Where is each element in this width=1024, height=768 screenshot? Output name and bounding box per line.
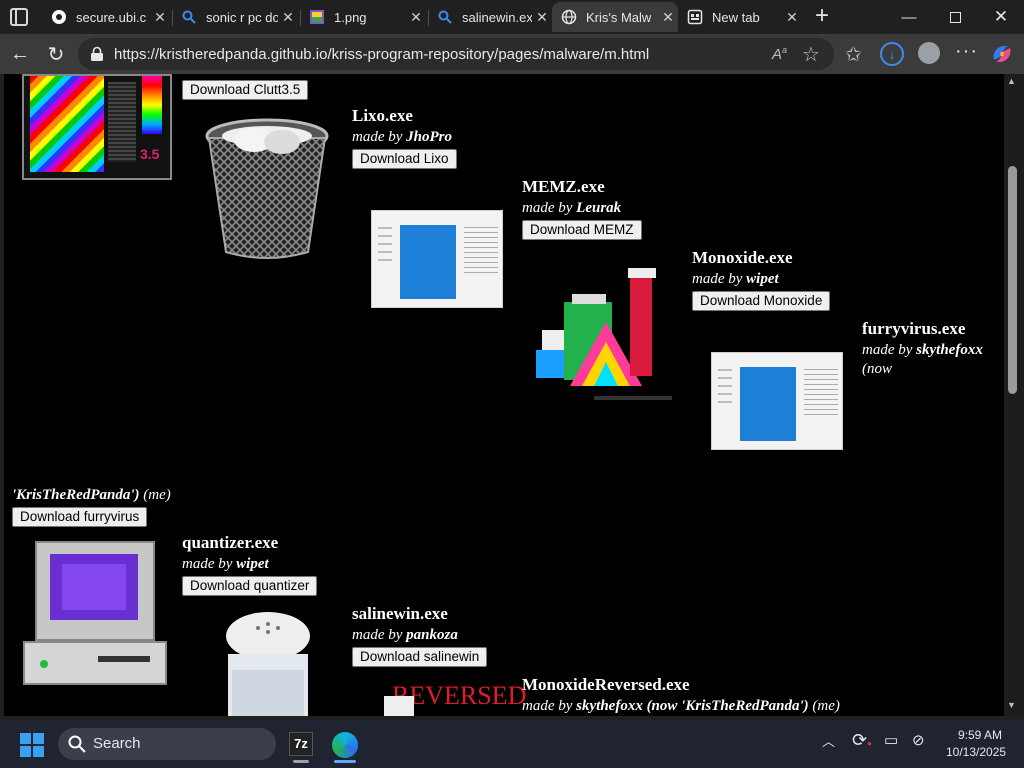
monoxide-title: Monoxide.exe: [692, 248, 793, 267]
page-content: 3.5 Download Clutt3.5 Lixo.exe made by J…: [4, 74, 1004, 716]
salinewin-entry: salinewin.exe made by pankoza Download s…: [352, 603, 488, 667]
lixo-title: Lixo.exe: [352, 106, 413, 125]
salinewin-title: salinewin.exe: [352, 604, 448, 623]
read-aloud-icon[interactable]: Aa: [772, 45, 787, 63]
furryvirus-entry-cont: 'KrisTheRedPanda') (me) Download furryvi…: [12, 486, 171, 527]
more-icon[interactable]: ···: [955, 40, 978, 63]
close-tab-icon[interactable]: ✕: [658, 9, 678, 26]
monoxidereversed-title: MonoxideReversed.exe: [522, 675, 690, 694]
clock-time[interactable]: 9:59 AM: [958, 728, 1002, 742]
display-icon[interactable]: ▭: [884, 731, 898, 749]
download-quantizer-button[interactable]: Download quantizer: [182, 576, 318, 596]
memz-window-image: [371, 210, 503, 308]
close-tab-icon[interactable]: ✕: [782, 9, 802, 26]
refresh-icon[interactable]: ↻: [42, 40, 70, 68]
clock-date[interactable]: 10/13/2025: [946, 745, 1006, 759]
chemistry-flasks-icon: [534, 256, 674, 400]
furryvirus-entry: furryvirus.exe made by skythefoxx (now: [862, 318, 1002, 379]
furryvirus-title: furryvirus.exe: [862, 319, 966, 338]
close-tab-icon[interactable]: ✕: [278, 9, 298, 26]
lixo-entry: Lixo.exe made by JhoPro Download Lixo: [352, 105, 457, 169]
salinewin-author: pankoza: [406, 627, 458, 643]
tab-sonic[interactable]: sonic r pc do ✕: [172, 2, 298, 32]
close-tab-icon[interactable]: ✕: [406, 9, 426, 26]
scroll-down-icon[interactable]: ▼: [1007, 700, 1016, 710]
globe-icon: [560, 8, 578, 26]
tab-kris-malware[interactable]: Kris's Malw ✕: [552, 2, 678, 32]
minimize-icon[interactable]: —: [886, 0, 932, 34]
furryvirus-window-image: [711, 352, 843, 450]
download-furryvirus-button[interactable]: Download furryvirus: [12, 507, 148, 527]
download-clutt-button[interactable]: Download Clutt3.5: [182, 80, 309, 100]
monoxide-entry: Monoxide.exe made by wipet Download Mono…: [692, 247, 831, 311]
download-lixo-button[interactable]: Download Lixo: [352, 149, 457, 169]
monoxide-author: wipet: [746, 271, 779, 287]
taskbar-search-label: Search: [93, 735, 141, 752]
download-memz-button[interactable]: Download MEMZ: [522, 220, 642, 240]
maximize-icon[interactable]: [932, 0, 978, 34]
close-window-icon[interactable]: ✕: [978, 0, 1024, 34]
memz-entry: MEMZ.exe made by Leurak Download MEMZ: [522, 176, 642, 240]
taskbar-search[interactable]: [58, 728, 276, 760]
back-icon[interactable]: ←: [6, 40, 34, 68]
image-icon: [308, 8, 326, 26]
clutt-badge: 3.5: [140, 146, 160, 162]
tab-1png[interactable]: 1.png ✕: [300, 2, 426, 32]
7zip-indicator: [293, 760, 309, 763]
show-hidden-icons-icon[interactable]: ︿: [822, 731, 835, 750]
tab-salinewin[interactable]: salinewin.ex ✕: [428, 2, 552, 32]
monoxidereversed-author: skythefoxx (now 'KrisTheRedPanda'): [576, 698, 809, 714]
close-tab-icon[interactable]: ✕: [532, 9, 552, 26]
tab-bar: secure.ubi.c ✕ sonic r pc do ✕ 1.png ✕ s…: [0, 0, 1024, 34]
download-monoxide-button[interactable]: Download Monoxide: [692, 291, 831, 311]
search-icon: [436, 8, 454, 26]
ubisoft-icon: [50, 8, 68, 26]
tab-actions-icon[interactable]: [10, 8, 28, 26]
download-salinewin-button[interactable]: Download salinewin: [352, 647, 488, 667]
url-text[interactable]: https://kristheredpanda.github.io/kriss-…: [114, 46, 649, 63]
edge-indicator: [334, 760, 356, 763]
7zip-icon[interactable]: 7z: [289, 732, 313, 756]
site-info-icon[interactable]: [90, 46, 104, 62]
windows-start-icon[interactable]: [20, 733, 44, 757]
search-icon: [68, 735, 86, 758]
favorites-icon[interactable]: ✩: [845, 42, 862, 67]
close-tab-icon[interactable]: ✕: [150, 9, 170, 26]
downloads-icon[interactable]: ↓: [880, 42, 904, 66]
edge-icon[interactable]: [332, 732, 358, 758]
tab-secure-ubi[interactable]: secure.ubi.c ✕: [42, 2, 170, 32]
furryvirus-author: skythefoxx: [916, 342, 983, 358]
salt-shaker-icon: [222, 610, 314, 716]
flask-fragment-icon: [384, 696, 414, 716]
scroll-up-icon[interactable]: ▲: [1007, 76, 1016, 86]
new-tab-button[interactable]: +: [810, 3, 834, 29]
quantizer-entry: quantizer.exe made by wipet Download qua…: [182, 532, 318, 596]
memz-title: MEMZ.exe: [522, 177, 605, 196]
copilot-icon[interactable]: [990, 42, 1014, 66]
search-icon: [180, 8, 198, 26]
sync-icon[interactable]: ⟳●: [852, 730, 872, 751]
favorite-star-icon[interactable]: ☆: [802, 42, 820, 67]
memz-author: Leurak: [576, 200, 622, 216]
computer-icon: [22, 538, 168, 688]
lixo-author: JhoPro: [406, 129, 452, 145]
network-muted-icon[interactable]: ⊘: [912, 731, 925, 749]
new-tab-page-icon: [686, 8, 704, 26]
monoxidereversed-entry: MonoxideReversed.exe made by skythefoxx …: [522, 675, 840, 714]
trash-bin-icon: [204, 118, 330, 262]
quantizer-author: wipet: [236, 556, 269, 572]
clutt-image: 3.5: [22, 74, 172, 180]
scroll-thumb[interactable]: [1008, 166, 1017, 394]
profile-avatar[interactable]: [918, 42, 940, 64]
tab-new-tab[interactable]: New tab ✕: [678, 2, 802, 32]
quantizer-title: quantizer.exe: [182, 533, 279, 552]
